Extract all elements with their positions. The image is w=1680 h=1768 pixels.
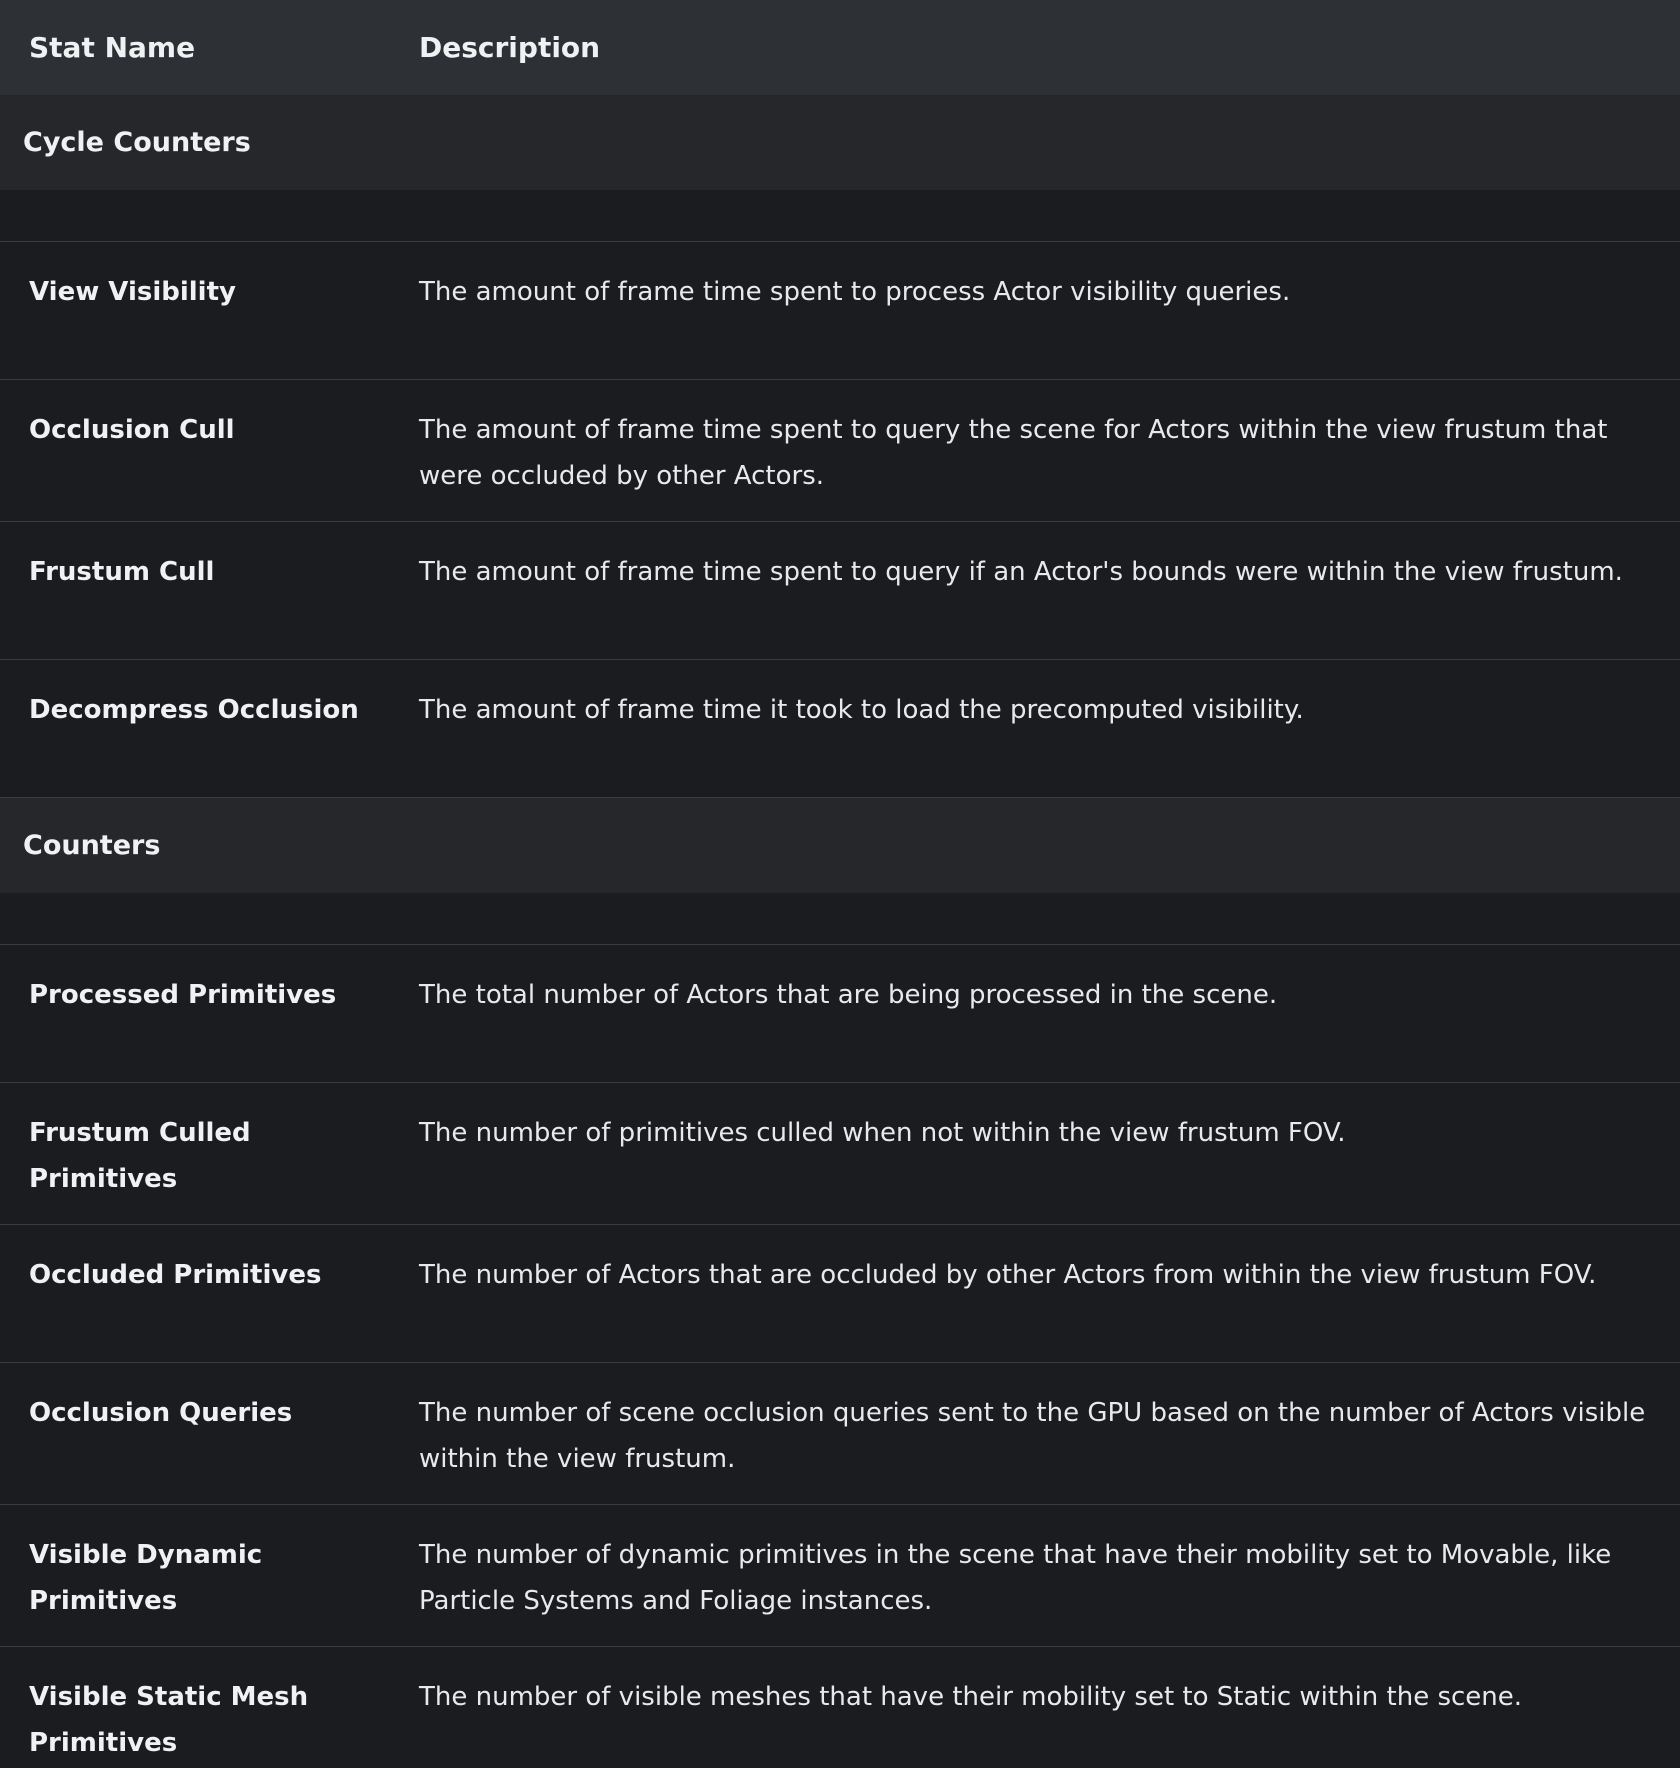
table-row: Frustum Cull The amount of frame time sp… xyxy=(0,521,1680,660)
table-row: Decompress Occlusion The amount of frame… xyxy=(0,659,1680,798)
stat-name: Occlusion Queries xyxy=(0,1362,389,1505)
stat-description: The number of scene occlusion queries se… xyxy=(389,1362,1680,1505)
table-header: Stat Name Description xyxy=(0,0,1680,95)
section-spacer xyxy=(0,893,1680,945)
table-row: View Visibility The amount of frame time… xyxy=(0,241,1680,380)
stat-name: Frustum Culled Primitives xyxy=(0,1082,389,1225)
stat-name: Visible Dynamic Primitives xyxy=(0,1504,389,1647)
section-spacer xyxy=(0,190,1680,242)
stat-description: The number of dynamic primitives in the … xyxy=(389,1504,1680,1647)
stat-name: Frustum Cull xyxy=(0,521,389,660)
stat-name: Visible Static Mesh Primitives xyxy=(0,1646,389,1768)
stat-description: The amount of frame time spent to proces… xyxy=(389,241,1680,380)
table-row: Occlusion Queries The number of scene oc… xyxy=(0,1362,1680,1505)
stat-description: The number of visible meshes that have t… xyxy=(389,1646,1680,1768)
table-row: Occluded Primitives The number of Actors… xyxy=(0,1224,1680,1363)
header-stat-name: Stat Name xyxy=(0,0,389,95)
stat-name: Decompress Occlusion xyxy=(0,659,389,798)
section-title: Cycle Counters xyxy=(0,95,1680,190)
stat-description: The number of primitives culled when not… xyxy=(389,1082,1680,1225)
stat-description: The amount of frame time spent to query … xyxy=(389,521,1680,660)
table-row: Visible Dynamic Primitives The number of… xyxy=(0,1504,1680,1647)
stat-name: Occlusion Cull xyxy=(0,379,389,522)
stat-description: The amount of frame time spent to query … xyxy=(389,379,1680,522)
section-header-row: Counters xyxy=(0,797,1680,893)
stat-name: Processed Primitives xyxy=(0,944,389,1083)
section-header-row: Cycle Counters xyxy=(0,95,1680,190)
stat-description: The total number of Actors that are bein… xyxy=(389,944,1680,1083)
stats-table: Stat Name Description Cycle Counters Vie… xyxy=(0,0,1680,1768)
table-row: Frustum Culled Primitives The number of … xyxy=(0,1082,1680,1225)
stat-description: The number of Actors that are occluded b… xyxy=(389,1224,1680,1363)
stat-name: View Visibility xyxy=(0,241,389,380)
table-row: Processed Primitives The total number of… xyxy=(0,944,1680,1083)
table-row: Visible Static Mesh Primitives The numbe… xyxy=(0,1646,1680,1768)
section-title: Counters xyxy=(0,797,1680,893)
header-description: Description xyxy=(389,0,1680,95)
stat-description: The amount of frame time it took to load… xyxy=(389,659,1680,798)
stat-name: Occluded Primitives xyxy=(0,1224,389,1363)
table-row: Occlusion Cull The amount of frame time … xyxy=(0,379,1680,522)
